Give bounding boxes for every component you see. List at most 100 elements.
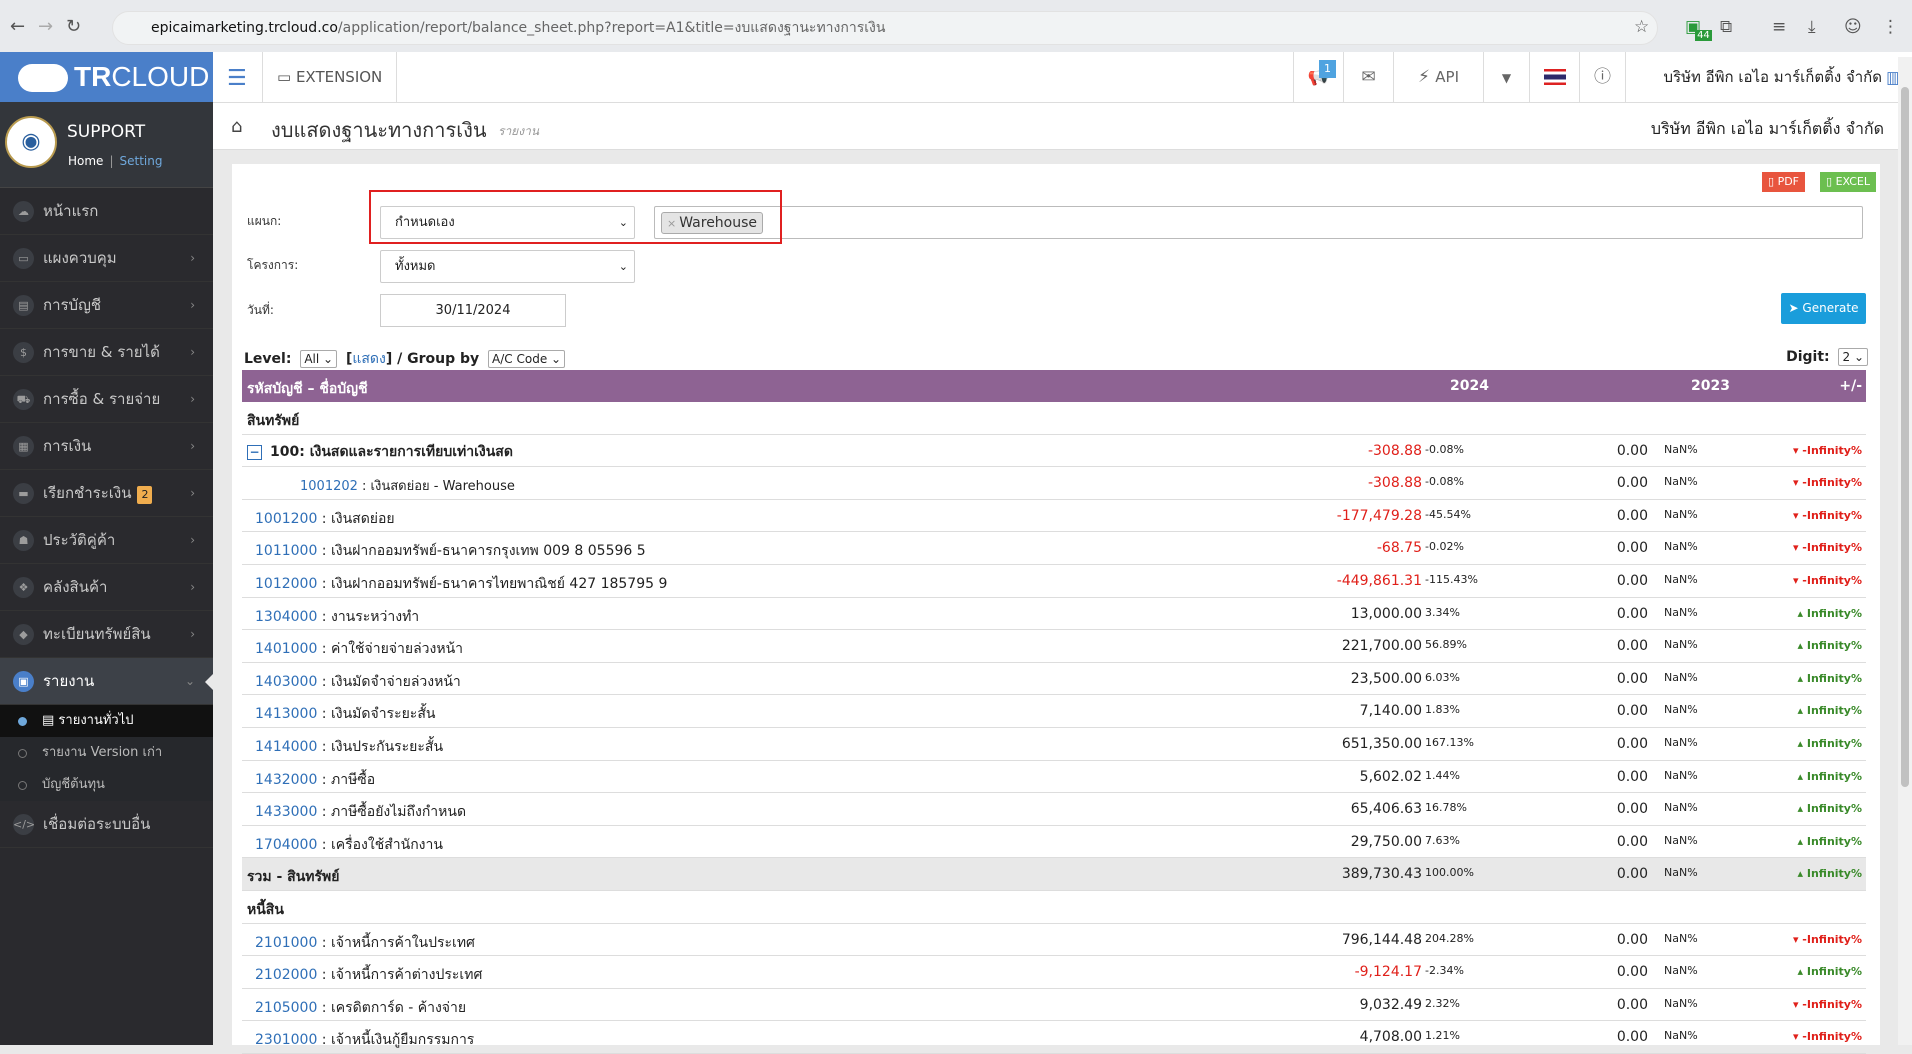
- group-by-value: A/C Code: [492, 352, 548, 366]
- percent-2023: NaN%: [1664, 638, 1698, 652]
- forward-icon[interactable]: →: [38, 16, 53, 37]
- scrollbar-thumb[interactable]: [1901, 87, 1909, 787]
- account-code[interactable]: 1401000: [255, 641, 317, 657]
- project-label: โครงการ:: [247, 258, 299, 272]
- address-bar[interactable]: epicaimarketing.trcloud.co/application/r…: [112, 11, 1658, 45]
- sidebar-item-reports[interactable]: ▣ รายงาน ⌄: [0, 658, 213, 705]
- language-button[interactable]: [1529, 52, 1579, 103]
- sidebar-item-inventory[interactable]: ❖ คลังสินค้า ›: [0, 564, 213, 611]
- chevron-right-icon: ›: [190, 533, 195, 547]
- account-code[interactable]: 1001200: [255, 511, 317, 527]
- plug-icon: ⚡: [1417, 67, 1436, 87]
- account-code[interactable]: 2102000: [255, 967, 317, 983]
- avatar[interactable]: ◉: [5, 116, 57, 168]
- table-row: 2102000 : เจ้าหนี้การค้าต่างประเทศ -9,124…: [242, 956, 1866, 989]
- sidebar-item-contacts[interactable]: ☗ ประวัติคู่ค้า ›: [0, 517, 213, 564]
- digit-select[interactable]: 2 ⌄: [1838, 348, 1868, 366]
- header-company-name[interactable]: บริษัท อีพิก เอไอ มาร์เก็ตติ้ง จำกัด: [1663, 52, 1882, 103]
- trcloud-logo[interactable]: TRCLOUD: [0, 52, 213, 102]
- back-icon[interactable]: ←: [10, 16, 25, 37]
- date-input[interactable]: 30/11/2024: [380, 294, 566, 327]
- collapse-icon[interactable]: −: [247, 444, 262, 460]
- account-code[interactable]: 1414000: [255, 739, 317, 755]
- account-code[interactable]: 1704000: [255, 837, 317, 853]
- generate-button[interactable]: ➤ Generate: [1781, 293, 1866, 324]
- level-select[interactable]: All ⌄: [300, 350, 338, 368]
- account-code[interactable]: 1012000: [255, 576, 317, 592]
- sidebar-item-dashboard[interactable]: ▭ แผงควบคุม ›: [0, 235, 213, 282]
- reload-icon[interactable]: ↻: [66, 16, 81, 37]
- account-code[interactable]: 1413000: [255, 706, 317, 722]
- home-icon[interactable]: ⌂: [231, 116, 242, 137]
- value-2024: 651,350.00: [1341, 735, 1422, 752]
- hamburger-menu-icon[interactable]: ☰: [227, 66, 247, 91]
- value-2023: 0.00: [1616, 964, 1648, 981]
- mail-button[interactable]: ✉: [1343, 52, 1393, 103]
- sidebar-item-finance[interactable]: ▦ การเงิน ›: [0, 423, 213, 470]
- percent-2023: NaN%: [1664, 866, 1698, 880]
- browser-menu-icon[interactable]: ⋮: [1882, 17, 1899, 37]
- value-2024: 7,140.00: [1359, 703, 1422, 720]
- account-name: : เจ้าหนี้การค้าในประเทศ: [317, 934, 475, 951]
- account-code[interactable]: 1432000: [255, 772, 317, 788]
- sidebar-item-accounting[interactable]: ▤ การบัญชี ›: [0, 282, 213, 329]
- excel-export-button[interactable]: ▯ EXCEL: [1820, 172, 1877, 192]
- table-row: 1432000 : ภาษีซื้อ 5,602.02 1.44% 0.00 NaN% ▴…: [242, 761, 1866, 794]
- sidebar-item-purchase[interactable]: ⛟ การซื้อ & รายจ่าย ›: [0, 376, 213, 423]
- submenu-old-reports[interactable]: รายงาน Version เก่า: [0, 737, 213, 769]
- cubes-icon: ❖: [13, 577, 34, 598]
- account-code[interactable]: 2301000: [255, 1032, 317, 1048]
- account-name: : เจ้าหนี้การค้าต่างประเทศ: [317, 967, 483, 984]
- department-tag-input[interactable]: × Warehouse: [654, 206, 1863, 239]
- notification-button[interactable]: 📢1: [1293, 52, 1343, 103]
- sidebar-item-assets[interactable]: ◆ ทะเบียนทรัพย์สิน ›: [0, 611, 213, 658]
- project-select[interactable]: ทั้งหมด ⌄: [380, 250, 635, 283]
- percent-2023: NaN%: [1664, 475, 1698, 489]
- submenu-label: รายงานทั่วไป: [58, 713, 134, 728]
- account-code[interactable]: 1304000: [255, 609, 317, 625]
- value-2024: 13,000.00: [1350, 605, 1422, 622]
- bookmark-star-icon[interactable]: ☆: [1634, 17, 1649, 37]
- report-icon: ▣: [13, 671, 34, 692]
- group-by-select[interactable]: A/C Code ⌄: [488, 350, 566, 368]
- media-icon[interactable]: ≡: [1772, 17, 1786, 37]
- account-code[interactable]: 1011000: [255, 543, 317, 559]
- help-button[interactable]: ⓘ: [1579, 52, 1625, 103]
- extension-badge-icon[interactable]: ▣44: [1685, 17, 1718, 41]
- sidebar-item-billing[interactable]: ▬ เรียกชำระเงิน 2 ›: [0, 470, 213, 517]
- profile-icon[interactable]: ☺: [1844, 17, 1862, 37]
- change-value: ▴ Infinity%: [1797, 671, 1862, 685]
- dropdown-button[interactable]: ▼: [1483, 52, 1529, 103]
- envelope-icon: ✉: [1361, 67, 1376, 87]
- account-code[interactable]: 2105000: [255, 1000, 317, 1016]
- sidebar-item-integrations[interactable]: </> เชื่อมต่อระบบอื่น: [0, 801, 213, 848]
- pdf-export-button[interactable]: ▯ PDF: [1762, 172, 1805, 192]
- account-code[interactable]: 1433000: [255, 804, 317, 820]
- logo-text-light: CLOUD: [111, 61, 210, 92]
- submenu-general-reports[interactable]: ▤ รายงานทั่วไป: [0, 705, 213, 737]
- sidebar-item-sales[interactable]: $ การขาย & รายได้ ›: [0, 329, 213, 376]
- value-2023: 0.00: [1616, 703, 1648, 720]
- show-link[interactable]: แสดง: [352, 351, 386, 367]
- table-row: 2301000 : เจ้าหนี้เงินกู้ยืมกรรมการ 4,708…: [242, 1021, 1866, 1054]
- account-code[interactable]: 2101000: [255, 935, 317, 951]
- percent-2023: NaN%: [1664, 768, 1698, 782]
- extension-button[interactable]: ▭ EXTENSION: [262, 52, 398, 103]
- account-code[interactable]: 1001202: [300, 479, 358, 494]
- value-2024: -177,479.28: [1336, 507, 1422, 524]
- submenu-cost-accounting[interactable]: บัญชีต้นทุน: [0, 769, 213, 801]
- account-name: : เงินประกันระยะสั้น: [317, 738, 444, 755]
- billing-badge: 2: [137, 486, 153, 504]
- sidebar-item-home[interactable]: ☁ หน้าแรก: [0, 188, 213, 235]
- api-button[interactable]: ⚡ API: [1393, 52, 1483, 103]
- account-code[interactable]: 1403000: [255, 674, 317, 690]
- setting-link[interactable]: Setting: [119, 154, 162, 168]
- download-icon[interactable]: ⤓: [1808, 17, 1816, 37]
- table-row: 1012000 : เงินฝากออมทรัพย์-ธนาคารไทยพาณิ…: [242, 565, 1866, 598]
- home-link[interactable]: Home: [68, 154, 103, 168]
- project-value: ทั้งหมด: [395, 259, 436, 274]
- balance-sheet-table: รหัสบัญชี – ชื่อบัญชี 2024 2023 +/- สินท…: [242, 370, 1866, 1054]
- puzzle-icon[interactable]: ⧉: [1720, 17, 1732, 37]
- percent-2023: NaN%: [1664, 833, 1698, 847]
- page-scrollbar[interactable]: [1898, 57, 1912, 1045]
